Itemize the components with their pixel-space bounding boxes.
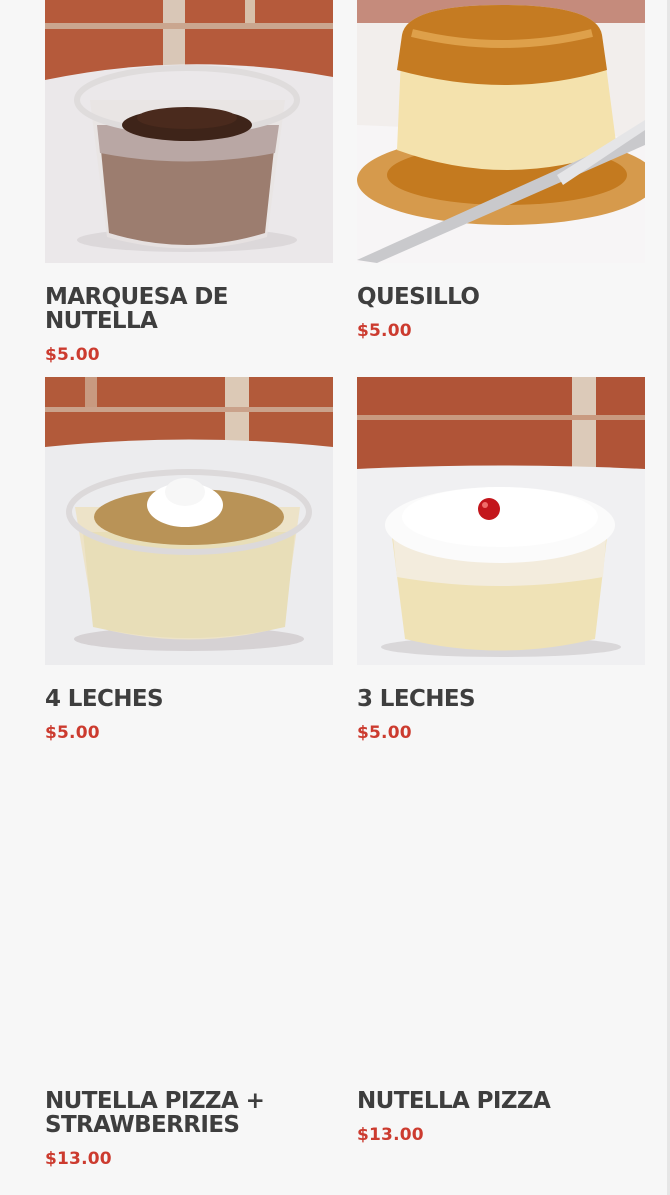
product-name[interactable]: NUTELLA PIZZA xyxy=(357,1089,645,1113)
product-image-4-leches[interactable] xyxy=(45,377,333,665)
product-name[interactable]: 3 LECHES xyxy=(357,687,645,711)
product-image-nutella-pizza[interactable] xyxy=(357,779,645,1067)
product-price: $13.00 xyxy=(45,1149,112,1169)
product-card-4-leches[interactable]: 4 LECHES $5.00 xyxy=(45,377,333,743)
product-price: $13.00 xyxy=(357,1125,424,1145)
product-name[interactable]: QUESILLO xyxy=(357,285,645,309)
product-price: $5.00 xyxy=(45,723,100,743)
product-image-3-leches[interactable] xyxy=(357,377,645,665)
product-card-nutella-pizza[interactable]: NUTELLA PIZZA $13.00 xyxy=(357,779,645,1145)
product-card-marquesa[interactable]: MARQUESA DE NUTELLA $5.00 xyxy=(45,0,333,365)
product-price: $5.00 xyxy=(357,321,412,341)
product-card-nutella-pizza-strawberries[interactable]: NUTELLA PIZZA + STRAWBERRIES $13.00 xyxy=(45,779,333,1169)
product-image-marquesa[interactable] xyxy=(45,0,333,263)
product-card-quesillo[interactable]: QUESILLO $5.00 xyxy=(357,0,645,341)
product-price: $5.00 xyxy=(357,723,412,743)
product-image-nutella-pizza-strawberries[interactable] xyxy=(45,779,333,1067)
product-name[interactable]: NUTELLA PIZZA + STRAWBERRIES xyxy=(45,1089,333,1137)
product-price: $5.00 xyxy=(45,345,100,365)
product-image-quesillo[interactable] xyxy=(357,0,645,263)
product-name[interactable]: MARQUESA DE NUTELLA xyxy=(45,285,333,333)
product-name[interactable]: 4 LECHES xyxy=(45,687,333,711)
product-card-3-leches[interactable]: 3 LECHES $5.00 xyxy=(357,377,645,743)
